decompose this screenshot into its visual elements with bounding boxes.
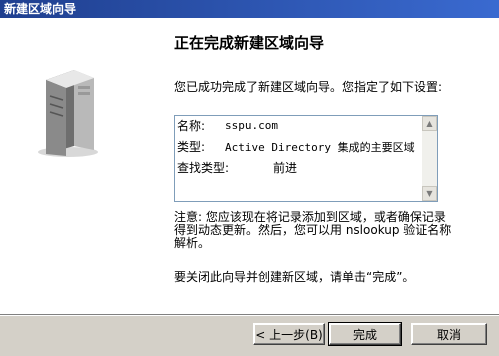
server-tower-icon	[38, 70, 98, 157]
setting-row-lookup: 查找类型: 前进	[177, 158, 421, 179]
setting-row-name: 名称: sspu.com	[177, 116, 421, 137]
finish-button[interactable]: 完成	[328, 322, 402, 346]
back-button[interactable]: < 上一步(B)	[253, 323, 325, 345]
intro-text: 您已成功完成了新建区域向导。您指定了如下设置:	[174, 80, 443, 94]
footer-divider	[0, 314, 499, 316]
cancel-button[interactable]: 取消	[411, 323, 487, 345]
setting-label: 类型:	[177, 140, 206, 154]
setting-label: 名称:	[177, 119, 206, 133]
settings-scrollbar[interactable]: ▲ ▼	[422, 116, 437, 201]
setting-row-type: 类型: Active Directory 集成的主要区域	[177, 137, 421, 158]
scroll-down-icon[interactable]: ▼	[422, 186, 437, 201]
setting-value: 前进	[273, 161, 298, 175]
note-text: 注意: 您应该现在将记录添加到区域，或者确保记录 得到动态更新。然后，您可以用 …	[174, 210, 452, 250]
settings-list: 名称: sspu.com 类型: Active Directory 集成的主要区…	[177, 116, 421, 179]
scroll-up-icon[interactable]: ▲	[422, 116, 437, 131]
window-title: 新建区域向导	[0, 0, 499, 18]
setting-label: 查找类型:	[177, 161, 230, 175]
closing-instruction: 要关闭此向导并创建新区域，请单击“完成”。	[174, 270, 415, 284]
wizard-side-panel	[0, 18, 158, 314]
settings-summary-box[interactable]: 名称: sspu.com 类型: Active Directory 集成的主要区…	[174, 115, 438, 202]
setting-value: sspu.com	[225, 119, 278, 132]
setting-value: Active Directory 集成的主要区域	[225, 141, 415, 154]
wizard-content: 正在完成新建区域向导 您已成功完成了新建区域向导。您指定了如下设置: 名称: s…	[158, 18, 499, 314]
wizard-heading: 正在完成新建区域向导	[174, 34, 325, 52]
